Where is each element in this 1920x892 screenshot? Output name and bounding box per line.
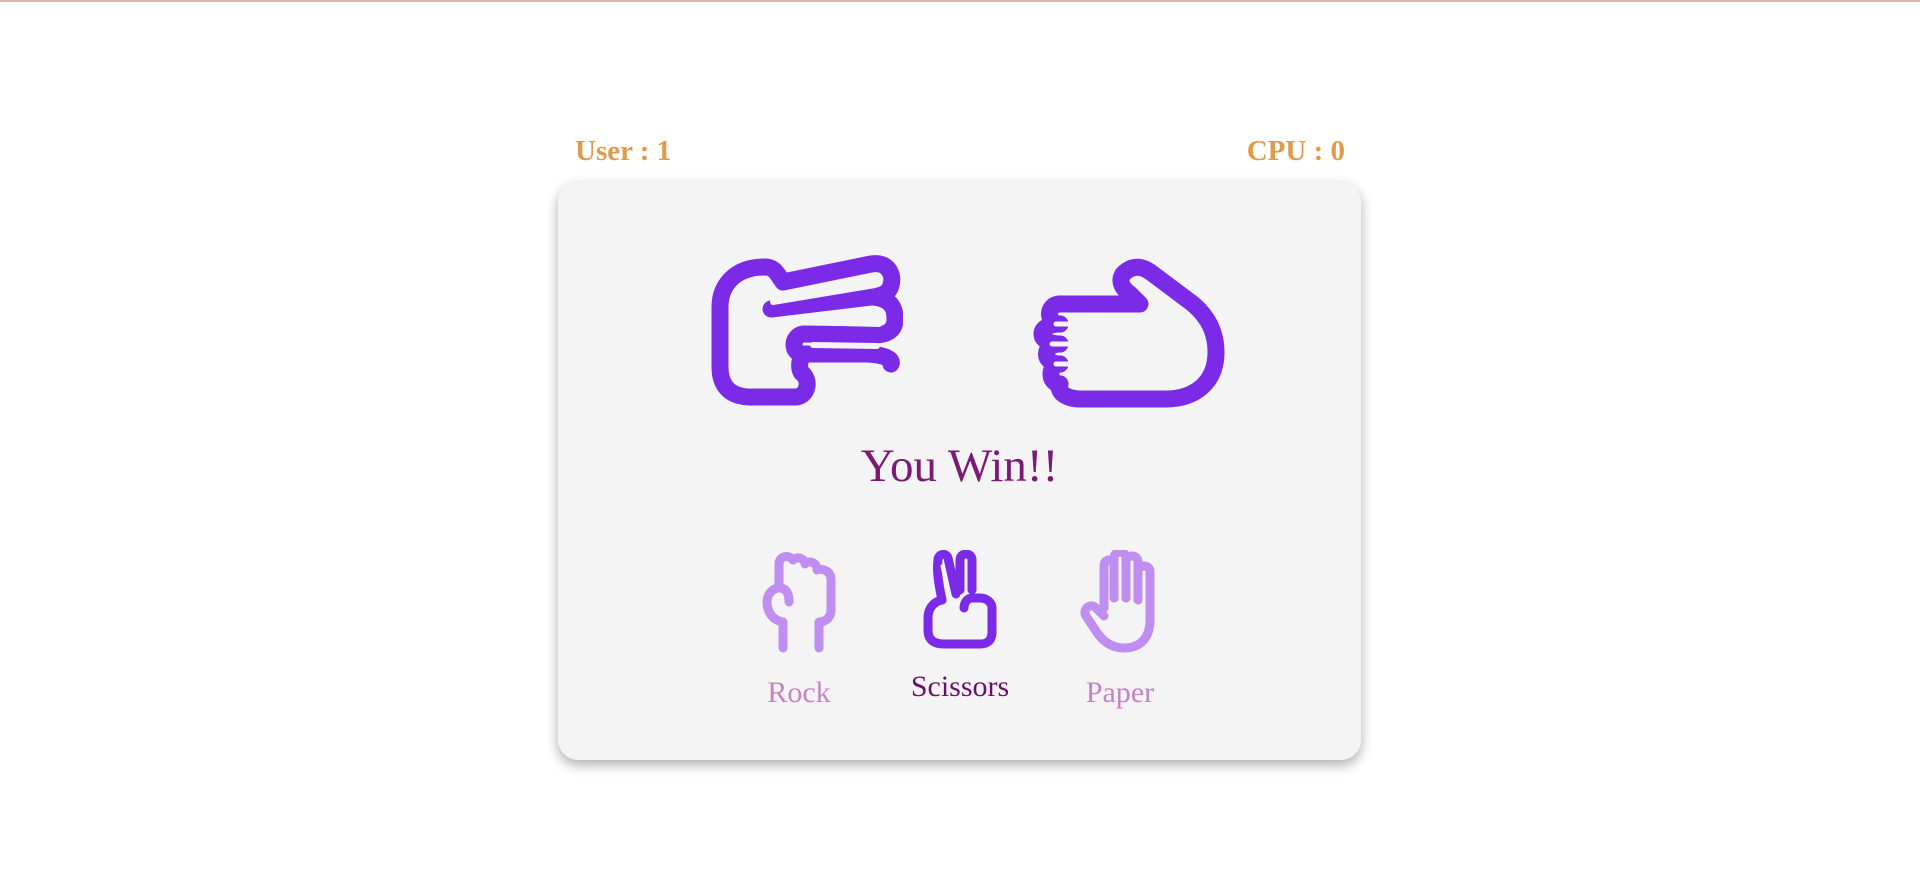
game-board: You Win!! Rock Scissors Paper bbox=[558, 182, 1361, 760]
user-played-hand bbox=[703, 252, 904, 412]
choice-paper-label: Paper bbox=[1085, 676, 1155, 709]
rock-hand-icon bbox=[762, 552, 836, 653]
round-result: You Win!! bbox=[860, 440, 1059, 492]
scissors-hand-icon bbox=[711, 255, 904, 406]
scissors-hand-icon bbox=[923, 550, 997, 649]
cpu-score: CPU : 0 bbox=[1246, 135, 1345, 167]
choice-scissors-button[interactable]: Scissors bbox=[890, 550, 1030, 704]
choice-scissors-label: Scissors bbox=[910, 670, 1010, 703]
paper-hand-icon bbox=[1080, 550, 1155, 653]
paper-hand-icon bbox=[1033, 258, 1225, 408]
top-divider bbox=[0, 0, 1920, 2]
choice-rock-label: Rock bbox=[767, 676, 831, 709]
cpu-played-hand bbox=[1018, 254, 1228, 414]
choice-rock-button[interactable]: Rock bbox=[729, 550, 869, 710]
choice-paper-button[interactable]: Paper bbox=[1050, 550, 1190, 710]
user-score: User : 1 bbox=[575, 135, 672, 167]
